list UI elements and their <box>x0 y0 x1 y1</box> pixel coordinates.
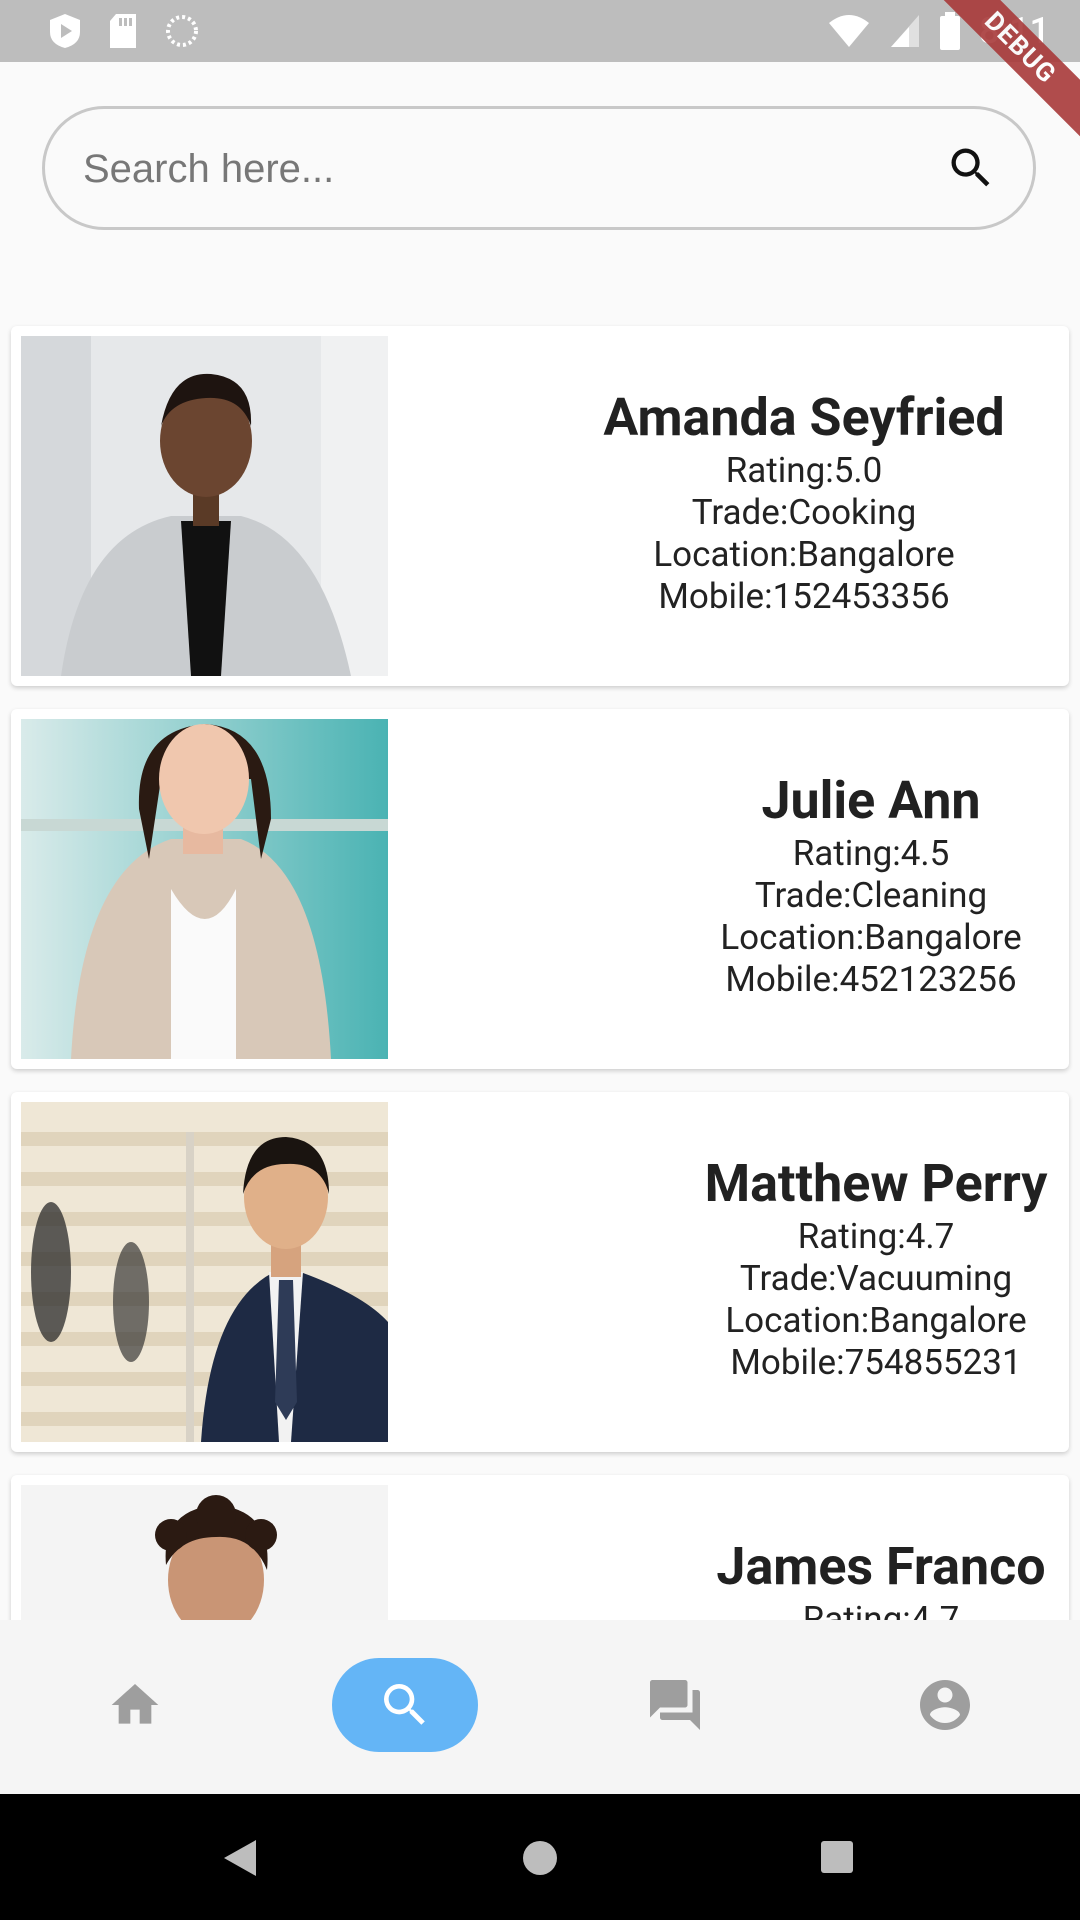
wifi-icon <box>829 15 870 47</box>
worker-info: Julie Ann Rating:4.5 Trade:Cleaning Loca… <box>701 769 1041 1001</box>
nav-chat[interactable] <box>602 1658 748 1752</box>
worker-name: Julie Ann <box>761 770 981 831</box>
nav-profile[interactable] <box>872 1658 1018 1752</box>
battery-icon <box>940 12 961 50</box>
worker-trade: Trade:Cleaning <box>754 875 988 916</box>
worker-info: Amanda Seyfried Rating:5.0 Trade:Cooking… <box>562 386 1046 618</box>
worker-photo <box>21 1102 388 1442</box>
worker-info: James Franco Rating:4.7 <box>691 1535 1069 1620</box>
worker-name: Amanda Seyfried <box>603 387 1005 448</box>
home-button-icon[interactable] <box>522 1840 558 1876</box>
worker-trade: Trade:Vacuuming <box>739 1258 1013 1299</box>
search-icon <box>384 1684 425 1725</box>
worker-trade: Trade:Cooking <box>691 492 917 533</box>
worker-list[interactable]: Amanda Seyfried Rating:5.0 Trade:Cooking… <box>0 0 1080 1620</box>
worker-card[interactable]: James Franco Rating:4.7 <box>11 1475 1069 1620</box>
worker-mobile: Mobile:152453356 <box>658 576 950 617</box>
worker-location: Location:Bangalore <box>720 917 1022 958</box>
worker-mobile: Mobile:754855231 <box>730 1342 1022 1383</box>
worker-location: Location:Bangalore <box>653 534 955 575</box>
bottom-navigation <box>0 1620 1080 1794</box>
worker-card[interactable]: Matthew Perry Rating:4.7 Trade:Vacuuming… <box>11 1092 1069 1452</box>
worker-photo <box>21 336 388 676</box>
worker-name: James Franco <box>716 1536 1046 1597</box>
worker-rating: Rating:5.0 <box>725 450 883 491</box>
status-bar: 8:11 DEBUG <box>0 0 1080 155</box>
back-icon[interactable] <box>222 1838 258 1878</box>
search-bar <box>42 106 1036 230</box>
play-protect-icon <box>50 14 80 48</box>
sync-icon <box>166 15 198 47</box>
home-icon <box>111 1684 159 1724</box>
account-circle-icon <box>920 1680 970 1730</box>
worker-mobile: Mobile:452123256 <box>725 959 1017 1000</box>
nav-home[interactable] <box>62 1658 208 1752</box>
system-navigation-bar <box>0 1794 1080 1920</box>
worker-card[interactable]: Julie Ann Rating:4.5 Trade:Cleaning Loca… <box>11 709 1069 1069</box>
worker-photo <box>21 1485 388 1620</box>
worker-name: Matthew Perry <box>704 1153 1048 1214</box>
sd-card-icon <box>110 14 136 48</box>
worker-photo <box>21 719 388 1059</box>
nav-search[interactable] <box>332 1658 478 1752</box>
worker-rating: Rating:4.7 <box>797 1216 955 1257</box>
worker-location: Location:Bangalore <box>725 1300 1027 1341</box>
forum-icon <box>650 1680 700 1730</box>
search-input[interactable] <box>81 109 905 229</box>
worker-rating: Rating:4.5 <box>792 833 950 874</box>
worker-card[interactable]: Amanda Seyfried Rating:5.0 Trade:Cooking… <box>11 326 1069 686</box>
search-icon[interactable] <box>945 142 997 194</box>
signal-icon <box>891 15 920 47</box>
recents-icon[interactable] <box>820 1840 854 1874</box>
worker-rating: Rating:4.7 <box>802 1599 960 1620</box>
worker-info: Matthew Perry Rating:4.7 Trade:Vacuuming… <box>691 1152 1061 1384</box>
